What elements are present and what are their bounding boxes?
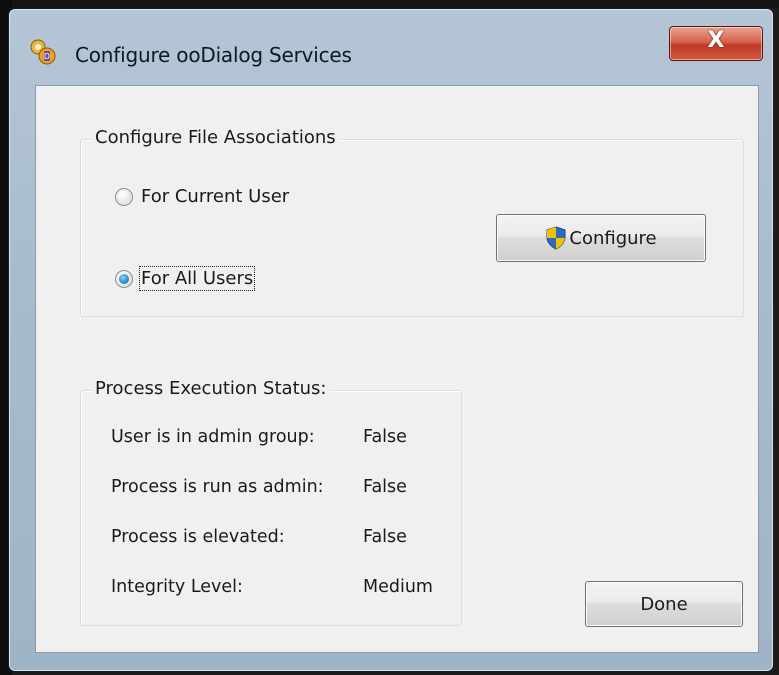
status-label-run-as-admin: Process is run as admin: [111,477,324,497]
radio-current-user[interactable]: For Current User [115,186,289,207]
configure-button[interactable]: Configure [496,214,706,262]
radio-current-user-button[interactable] [115,187,133,206]
process-status-group-title: Process Execution Status: [91,378,331,399]
done-button[interactable]: Done [585,581,743,627]
desktop-background [0,0,779,8]
file-associations-group: Configure File Associations For Current … [80,127,744,317]
dialog-window: D Configure ooDialog Services X Configur… [8,8,774,672]
status-value-admin-group: False [363,427,407,447]
status-label-admin-group: User is in admin group: [111,427,315,447]
radio-all-users-label: For All Users [138,266,256,291]
status-value-run-as-admin: False [363,477,407,497]
status-value-integrity: Medium [363,577,433,597]
dialog-client-area: Configure File Associations For Current … [35,85,759,653]
window-title: Configure ooDialog Services [75,43,352,67]
configure-button-label: Configure [569,227,657,249]
radio-all-users-button[interactable] [115,269,133,288]
file-associations-group-title: Configure File Associations [91,127,340,148]
done-button-label: Done [640,593,688,615]
close-button[interactable]: X [669,26,763,61]
uac-shield-icon [546,226,566,250]
status-label-integrity: Integrity Level: [111,577,243,597]
status-label-elevated: Process is elevated: [111,527,285,547]
status-value-elevated: False [363,527,407,547]
oodialog-app-icon: D [30,39,56,65]
title-bar[interactable]: D Configure ooDialog Services X [9,9,773,79]
svg-text:D: D [44,52,50,61]
radio-current-user-label: For Current User [141,186,290,207]
radio-all-users[interactable]: For All Users [115,266,256,291]
close-icon: X [707,28,725,53]
process-status-group: Process Execution Status: User is in adm… [80,378,462,626]
